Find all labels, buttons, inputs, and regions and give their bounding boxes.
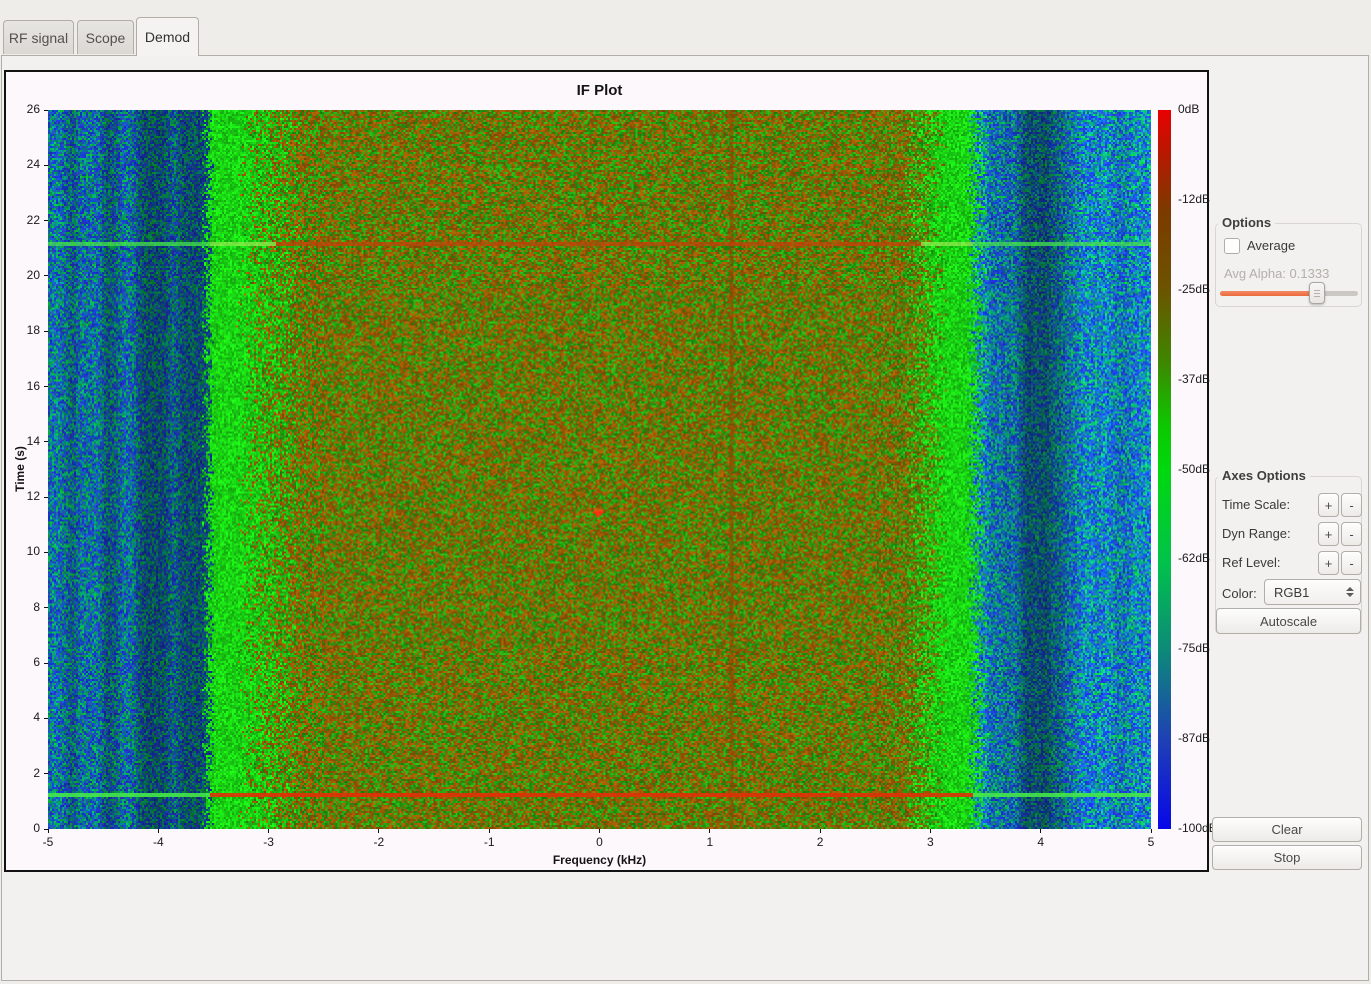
x-tick-label: -2 (373, 835, 385, 849)
x-tick-mark (1150, 829, 1152, 833)
x-tick-label: 5 (1147, 835, 1155, 849)
spinner-arrows-icon[interactable] (1346, 580, 1354, 604)
options-group: Options Average Avg Alpha: 0.1333 (1215, 215, 1362, 307)
x-tick-label: -4 (152, 835, 164, 849)
y-tick-mark (44, 164, 48, 166)
y-tick-mark (44, 330, 48, 332)
tab-content-panel: IF Plot Time (s) Frequency (kHz) 0 2 4 6 8 10… (1, 55, 1369, 981)
x-tick-label: 3 (927, 835, 934, 849)
x-tick-mark (268, 829, 270, 833)
x-tick-label: 0 (596, 835, 603, 849)
y-tick-label: 0 (33, 821, 40, 835)
y-axis-label: Time (s) (13, 446, 27, 492)
ref-level-label: Ref Level: (1222, 555, 1281, 570)
y-tick-mark (44, 717, 48, 719)
axes-options-group-title: Axes Options (1218, 468, 1310, 483)
y-tick-mark (44, 109, 48, 111)
x-tick-mark (47, 829, 49, 833)
options-group-title: Options (1218, 215, 1276, 230)
x-tick-mark (157, 829, 159, 833)
autoscale-button[interactable]: Autoscale (1216, 608, 1361, 634)
ref-level-plus-button[interactable]: + (1318, 551, 1339, 575)
x-tick-label: -1 (483, 835, 495, 849)
clear-button[interactable]: Clear (1212, 817, 1362, 842)
dyn-range-minus-button[interactable]: - (1341, 522, 1362, 546)
stop-button[interactable]: Stop (1212, 845, 1362, 870)
x-tick-label: 1 (706, 835, 714, 849)
x-tick-mark (378, 829, 380, 833)
avg-alpha-label: Avg Alpha: 0.1333 (1224, 266, 1330, 281)
y-tick-label: 14 (26, 433, 40, 448)
y-tick-mark (44, 607, 48, 609)
colorbar-tick-label: -12dB (1178, 191, 1211, 206)
tab-demod[interactable]: Demod (136, 17, 199, 56)
y-tick-label: 20 (26, 267, 40, 282)
y-tick-mark (44, 551, 48, 553)
time-scale-plus-button[interactable]: + (1318, 493, 1339, 517)
y-tick-mark (44, 386, 48, 388)
y-tick-label: 6 (33, 655, 40, 670)
colorbar-tick-label: -37dB (1178, 371, 1211, 386)
app-window: RF signal Scope Demod IF Plot Time (s) F… (0, 0, 1371, 984)
color-combobox-value: RGB1 (1274, 584, 1310, 600)
x-tick-mark (929, 829, 931, 833)
x-tick-mark (709, 829, 711, 833)
waterfall-plot[interactable] (48, 110, 1151, 829)
x-tick-mark (599, 829, 600, 833)
colorbar-tick-label: -87dB (1178, 731, 1211, 746)
tab-rf-signal[interactable]: RF signal (3, 20, 74, 54)
x-tick-mark (819, 829, 821, 833)
tab-scope[interactable]: Scope (77, 20, 134, 54)
axes-options-group: Axes Options Time Scale: + - Dyn Range: … (1215, 468, 1362, 634)
avg-alpha-slider[interactable] (1220, 282, 1358, 304)
colorbar-tick-label: 0dB (1178, 102, 1200, 116)
x-axis-label: Frequency (kHz) (552, 853, 647, 867)
x-tick-mark (1040, 829, 1042, 833)
y-tick-label: 18 (26, 323, 40, 338)
y-tick-label: 2 (33, 765, 40, 780)
time-scale-minus-button[interactable]: - (1341, 493, 1362, 517)
x-tick-mark (488, 829, 490, 833)
y-tick-label: 4 (33, 710, 40, 725)
y-tick-label: 10 (26, 544, 40, 559)
y-tick-mark (44, 662, 48, 664)
avg-alpha-slider-handle[interactable] (1308, 282, 1325, 304)
dyn-range-plus-button[interactable]: + (1318, 522, 1339, 546)
colorbar-tick-label: -75dB (1178, 641, 1211, 656)
y-tick-label: 12 (26, 489, 40, 504)
plot-title: IF Plot (576, 82, 623, 99)
y-tick-mark (44, 220, 48, 222)
y-tick-mark (44, 275, 48, 277)
x-tick-label: -3 (263, 835, 274, 849)
y-tick-mark (44, 773, 48, 775)
intensity-colorbar (1158, 110, 1171, 829)
y-tick-label: 22 (26, 212, 40, 227)
y-tick-label: 26 (26, 102, 40, 116)
y-tick-label: 16 (26, 378, 40, 393)
average-checkbox[interactable] (1224, 238, 1240, 254)
dyn-range-label: Dyn Range: (1222, 526, 1291, 541)
x-tick-label: 4 (1037, 835, 1045, 849)
average-checkbox-label: Average (1247, 238, 1296, 253)
color-label: Color: (1222, 586, 1257, 601)
y-tick-label: 8 (33, 599, 40, 614)
avg-alpha-slider-fill (1220, 291, 1317, 296)
ref-level-minus-button[interactable]: - (1341, 551, 1362, 575)
time-scale-label: Time Scale: (1222, 497, 1291, 512)
if-plot-panel: IF Plot Time (s) Frequency (kHz) 0 2 4 6 8 10… (4, 70, 1217, 872)
y-tick-label: 24 (26, 157, 40, 172)
y-tick-mark (44, 441, 48, 443)
x-tick-label: 2 (816, 835, 824, 849)
x-tick-label: -5 (42, 835, 54, 849)
y-tick-mark (44, 496, 48, 498)
color-combobox[interactable]: RGB1 (1264, 579, 1361, 605)
